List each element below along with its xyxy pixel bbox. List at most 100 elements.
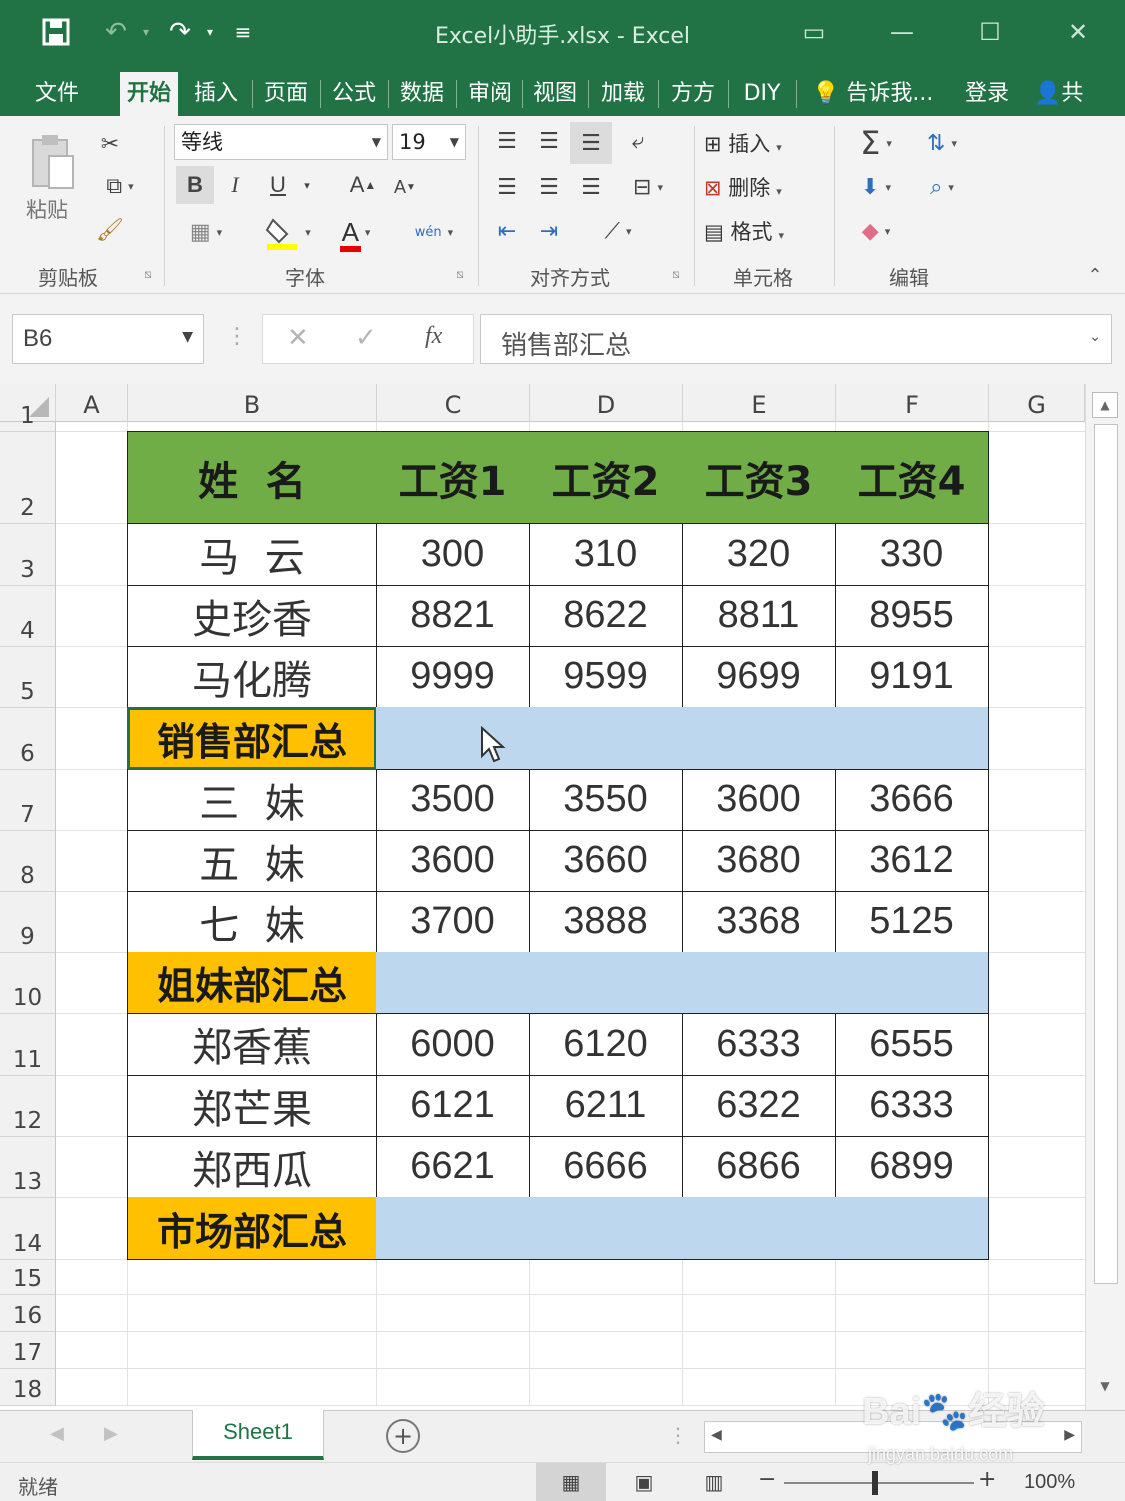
insert-cells-button[interactable]: ⊞ 插入 ▾ bbox=[704, 128, 782, 158]
zoom-slider[interactable] bbox=[784, 1482, 974, 1484]
row-header-8[interactable]: 8 bbox=[0, 831, 56, 892]
summary-value-cell[interactable] bbox=[835, 707, 989, 770]
value-cell[interactable]: 8955 bbox=[835, 585, 989, 647]
row-header-11[interactable]: 11 bbox=[0, 1014, 56, 1076]
value-cell[interactable]: 6333 bbox=[682, 1013, 836, 1076]
value-cell[interactable]: 6899 bbox=[835, 1136, 989, 1198]
name-cell[interactable]: 郑芒果 bbox=[127, 1075, 377, 1137]
fill-down-icon[interactable]: ⬇ ▾ bbox=[846, 168, 906, 206]
value-cell[interactable]: 6322 bbox=[682, 1075, 836, 1137]
clear-icon[interactable]: ◆ ▾ bbox=[846, 212, 906, 250]
table-header-cell[interactable]: 工资3 bbox=[682, 431, 836, 524]
value-cell[interactable]: 3368 bbox=[682, 891, 836, 953]
scroll-up-icon[interactable]: ▲ bbox=[1092, 392, 1118, 418]
wrap-text-icon[interactable]: ⤶ bbox=[618, 122, 658, 160]
zoom-slider-thumb[interactable] bbox=[872, 1471, 878, 1495]
sort-filter-icon[interactable]: ⇅ ▾ bbox=[914, 124, 970, 162]
name-cell[interactable]: 马化腾 bbox=[127, 646, 377, 708]
value-cell[interactable]: 320 bbox=[682, 523, 836, 586]
autosum-icon[interactable]: Σ ▾ bbox=[846, 122, 906, 164]
summary-value-cell[interactable] bbox=[682, 1197, 836, 1260]
column-header-f[interactable]: F bbox=[836, 384, 989, 422]
cut-icon[interactable]: ✂ bbox=[92, 126, 128, 162]
tab-insert[interactable]: 插入 bbox=[186, 72, 246, 116]
sign-in-link[interactable]: 登录 bbox=[956, 72, 1018, 116]
insert-function-icon[interactable]: fx bbox=[425, 323, 442, 350]
page-break-view-icon[interactable]: ▥ bbox=[694, 1463, 734, 1501]
summary-value-cell[interactable] bbox=[682, 707, 836, 770]
summary-value-cell[interactable] bbox=[376, 707, 530, 770]
name-cell[interactable]: 郑西瓜 bbox=[127, 1136, 377, 1198]
summary-label-cell[interactable]: 姐妹部汇总 bbox=[127, 952, 377, 1014]
value-cell[interactable]: 6666 bbox=[529, 1136, 683, 1198]
value-cell[interactable]: 3700 bbox=[376, 891, 530, 953]
tab-review[interactable]: 审阅 bbox=[460, 72, 520, 116]
format-cells-button[interactable]: ▤ 格式 ▾ bbox=[704, 216, 784, 246]
summary-value-cell[interactable] bbox=[529, 707, 683, 770]
row-header-5[interactable]: 5 bbox=[0, 647, 56, 708]
scroll-left-icon[interactable]: ◀ bbox=[711, 1427, 722, 1443]
value-cell[interactable]: 6211 bbox=[529, 1075, 683, 1137]
column-header-d[interactable]: D bbox=[530, 384, 683, 422]
next-sheet-icon[interactable]: ▶ bbox=[104, 1423, 118, 1444]
value-cell[interactable]: 3500 bbox=[376, 769, 530, 831]
row-header-2[interactable]: 2 bbox=[0, 432, 56, 524]
find-select-icon[interactable]: ⌕ ▾ bbox=[914, 168, 970, 206]
name-cell[interactable]: 七 妹 bbox=[127, 891, 377, 953]
column-header-b[interactable]: B bbox=[128, 384, 377, 422]
zoom-in-icon[interactable]: + bbox=[978, 1467, 996, 1492]
fill-color-button[interactable]: ▾ bbox=[256, 212, 320, 252]
value-cell[interactable]: 8622 bbox=[529, 585, 683, 647]
increase-indent-icon[interactable]: ⇥ bbox=[530, 212, 568, 250]
tab-fangfang[interactable]: 方方 bbox=[662, 72, 724, 116]
vertical-scrollbar[interactable]: ▲ ▼ bbox=[1085, 384, 1125, 1410]
bold-button[interactable]: B bbox=[176, 166, 214, 204]
column-header-a[interactable]: A bbox=[56, 384, 128, 422]
summary-label-cell[interactable]: 销售部汇总 bbox=[127, 707, 377, 770]
page-layout-view-icon[interactable]: ▣ bbox=[624, 1463, 664, 1501]
name-cell[interactable]: 五 妹 bbox=[127, 830, 377, 892]
summary-value-cell[interactable] bbox=[835, 952, 989, 1014]
paste-label[interactable]: 粘贴 bbox=[26, 194, 68, 224]
row-header-13[interactable]: 13 bbox=[0, 1137, 56, 1198]
collapse-ribbon-icon[interactable]: ⌃ bbox=[1082, 262, 1108, 288]
tab-home[interactable]: 开始 bbox=[120, 72, 178, 116]
value-cell[interactable]: 8821 bbox=[376, 585, 530, 647]
cancel-entry-icon[interactable]: ✕ bbox=[287, 323, 309, 353]
value-cell[interactable]: 3600 bbox=[682, 769, 836, 831]
align-center-icon[interactable]: ☰ bbox=[530, 168, 568, 206]
value-cell[interactable]: 3550 bbox=[529, 769, 683, 831]
value-cell[interactable]: 310 bbox=[529, 523, 683, 586]
dialog-launcher-icon[interactable]: ⧅ bbox=[140, 266, 156, 282]
font-size-combo[interactable]: 19 ▼ bbox=[392, 124, 466, 160]
value-cell[interactable]: 3888 bbox=[529, 891, 683, 953]
tab-diy[interactable]: DIY bbox=[732, 72, 792, 116]
formula-input[interactable]: 销售部汇总 ⌄ bbox=[480, 314, 1112, 364]
row-header-18[interactable]: 18 bbox=[0, 1369, 56, 1406]
value-cell[interactable]: 3660 bbox=[529, 830, 683, 892]
value-cell[interactable]: 6000 bbox=[376, 1013, 530, 1076]
worksheet-grid[interactable]: A B C D E F G 1 2 3 4 5 6 7 8 9 10 11 12 13 14 15 16 17 18 姓 名工资1… bbox=[0, 384, 1125, 1410]
align-bottom-icon[interactable]: ☰ bbox=[570, 122, 612, 164]
row-header-12[interactable]: 12 bbox=[0, 1076, 56, 1137]
shrink-font-button[interactable]: A ▼ bbox=[388, 170, 422, 204]
row-header-3[interactable]: 3 bbox=[0, 524, 56, 586]
value-cell[interactable]: 6866 bbox=[682, 1136, 836, 1198]
zoom-out-icon[interactable]: − bbox=[758, 1467, 776, 1492]
borders-icon[interactable]: ▦ ▾ bbox=[176, 214, 236, 250]
value-cell[interactable]: 6120 bbox=[529, 1013, 683, 1076]
row-header-9[interactable]: 9 bbox=[0, 892, 56, 953]
orientation-icon[interactable]: ⟋ ▾ bbox=[590, 212, 646, 250]
row-header-16[interactable]: 16 bbox=[0, 1295, 56, 1332]
value-cell[interactable]: 6333 bbox=[835, 1075, 989, 1137]
ribbon-display-icon[interactable]: ▭ bbox=[792, 12, 836, 52]
font-name-combo[interactable]: 等线 ▼ bbox=[174, 124, 388, 160]
name-box[interactable]: B6 ▼ bbox=[12, 314, 204, 364]
align-right-icon[interactable]: ☰ bbox=[572, 168, 610, 206]
confirm-entry-icon[interactable]: ✓ bbox=[355, 323, 377, 353]
column-header-c[interactable]: C bbox=[377, 384, 530, 422]
paste-icon[interactable] bbox=[22, 128, 82, 198]
close-icon[interactable]: ✕ bbox=[1056, 12, 1100, 52]
row-header-7[interactable]: 7 bbox=[0, 770, 56, 831]
value-cell[interactable]: 6621 bbox=[376, 1136, 530, 1198]
